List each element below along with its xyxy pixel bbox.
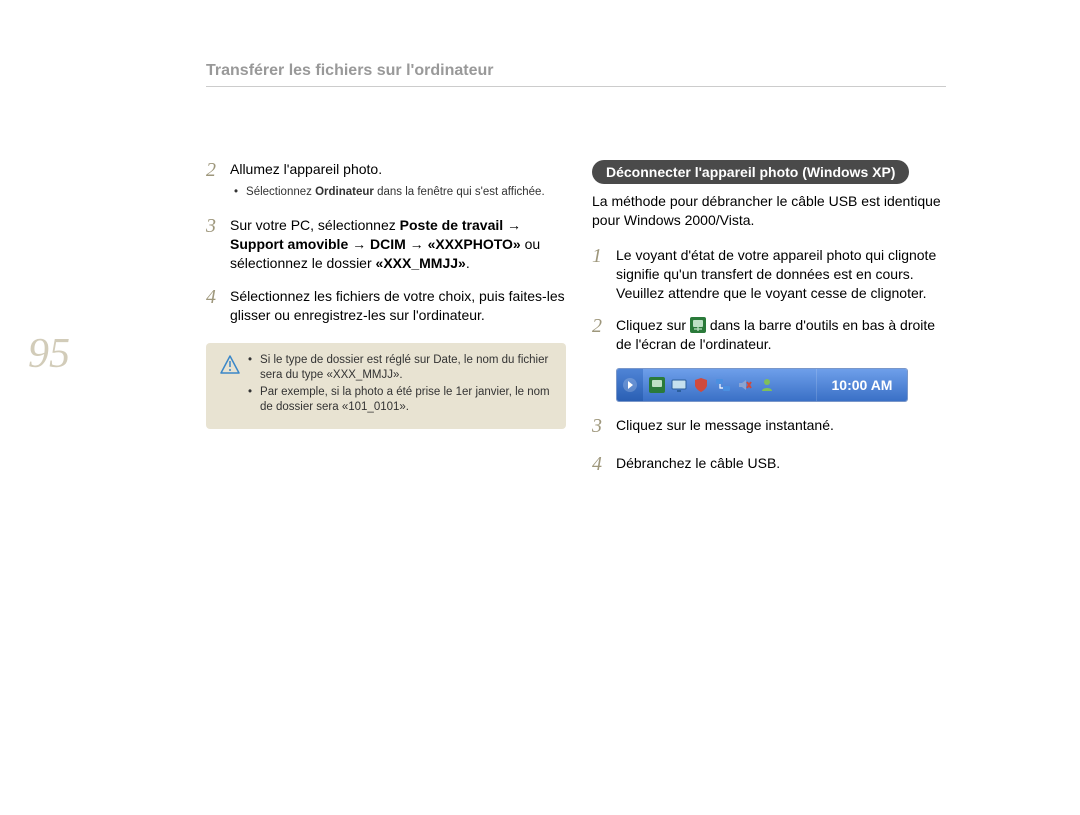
- bold-dcim: DCIM: [370, 236, 406, 252]
- r-step-4: 4 Débranchez le câble USB.: [592, 454, 952, 478]
- step-2: 2 Allumez l'appareil photo. Sélectionnez…: [206, 160, 566, 202]
- step-number: 2: [206, 157, 226, 184]
- warning-triangle-icon: [220, 355, 240, 380]
- step-number: 4: [206, 284, 226, 311]
- intro-paragraph: La méthode pour débrancher le câble USB …: [592, 192, 952, 230]
- r-step-2: 2 Cliquez sur dans la barre d'outils en …: [592, 316, 952, 354]
- step-body: Débranchez le câble USB.: [612, 454, 952, 473]
- systray-clock: 10:00 AM: [816, 369, 907, 401]
- bullet-bold: Ordinateur: [315, 186, 374, 198]
- text-prefix: Cliquez sur: [616, 317, 690, 333]
- step-text: Sélectionnez les fichiers de votre choix…: [230, 288, 565, 323]
- display-icon: [671, 377, 687, 393]
- step-3: 3 Sur votre PC, sélectionnez Poste de tr…: [206, 216, 566, 273]
- step-text: Allumez l'appareil photo.: [230, 161, 382, 177]
- sub-bullet-list: Sélectionnez Ordinateur dans la fenêtre …: [232, 185, 566, 201]
- r-step-1: 1 Le voyant d'état de votre appareil pho…: [592, 246, 952, 303]
- page: Transférer les fichiers sur l'ordinateur…: [0, 0, 1080, 815]
- note-list: Si le type de dossier est réglé sur Date…: [248, 353, 552, 417]
- bold-xxxmmjj: «XXX_MMJJ»: [376, 255, 466, 271]
- step-text: Cliquez sur le message instantané.: [616, 417, 834, 433]
- systray-icons-area: [643, 369, 816, 401]
- bullet-prefix: Sélectionnez: [246, 186, 315, 198]
- note-item: Si le type de dossier est réglé sur Date…: [248, 353, 552, 383]
- left-column: 2 Allumez l'appareil photo. Sélectionnez…: [206, 160, 566, 429]
- messenger-icon: [759, 377, 775, 393]
- step-number: 2: [592, 313, 612, 340]
- note-item: Par exemple, si la photo a été prise le …: [248, 385, 552, 415]
- step-body: Allumez l'appareil photo. Sélectionnez O…: [226, 160, 566, 202]
- note-box: Si le type de dossier est réglé sur Date…: [206, 343, 566, 429]
- section-title: Transférer les fichiers sur l'ordinateur: [206, 62, 493, 80]
- step-text: Débranchez le câble USB.: [616, 455, 780, 471]
- bullet-suffix: dans la fenêtre qui s'est affichée.: [374, 186, 545, 198]
- right-column: Déconnecter l'appareil photo (Windows XP…: [592, 160, 952, 492]
- network-icon: [715, 377, 731, 393]
- systray-expand-icon: [617, 369, 643, 401]
- step-body: Le voyant d'état de votre appareil photo…: [612, 246, 952, 303]
- arrow: →: [406, 236, 428, 252]
- bold-xxxphoto: «XXXPHOTO»: [428, 236, 521, 252]
- bold-support: Support amovible: [230, 236, 348, 252]
- text-end: .: [466, 255, 470, 271]
- step-number: 1: [592, 243, 612, 270]
- header-divider: [206, 86, 946, 87]
- bold-poste: Poste de travail: [400, 217, 504, 233]
- step-number: 3: [592, 413, 612, 440]
- page-number: 95: [28, 330, 70, 378]
- safely-remove-hardware-icon: [690, 317, 706, 333]
- arrow: →: [503, 217, 521, 233]
- text-prefix: Sur votre PC, sélectionnez: [230, 217, 400, 233]
- safely-remove-hardware-icon: [649, 377, 665, 393]
- step-number: 4: [592, 451, 612, 478]
- step-text: Le voyant d'état de votre appareil photo…: [616, 247, 936, 301]
- step-body: Sélectionnez les fichiers de votre choix…: [226, 287, 566, 325]
- windows-systray-image: 10:00 AM: [616, 368, 908, 402]
- step-body: Cliquez sur dans la barre d'outils en ba…: [612, 316, 952, 354]
- r-step-3: 3 Cliquez sur le message instantané.: [592, 416, 952, 440]
- step-4: 4 Sélectionnez les fichiers de votre cho…: [206, 287, 566, 325]
- section-heading-pill: Déconnecter l'appareil photo (Windows XP…: [592, 160, 909, 184]
- arrow: →: [348, 236, 370, 252]
- step-number: 3: [206, 213, 226, 240]
- shield-icon: [693, 377, 709, 393]
- step-body: Sur votre PC, sélectionnez Poste de trav…: [226, 216, 566, 273]
- volume-icon: [737, 377, 753, 393]
- sub-bullet-item: Sélectionnez Ordinateur dans la fenêtre …: [232, 185, 566, 201]
- step-body: Cliquez sur le message instantané.: [612, 416, 952, 435]
